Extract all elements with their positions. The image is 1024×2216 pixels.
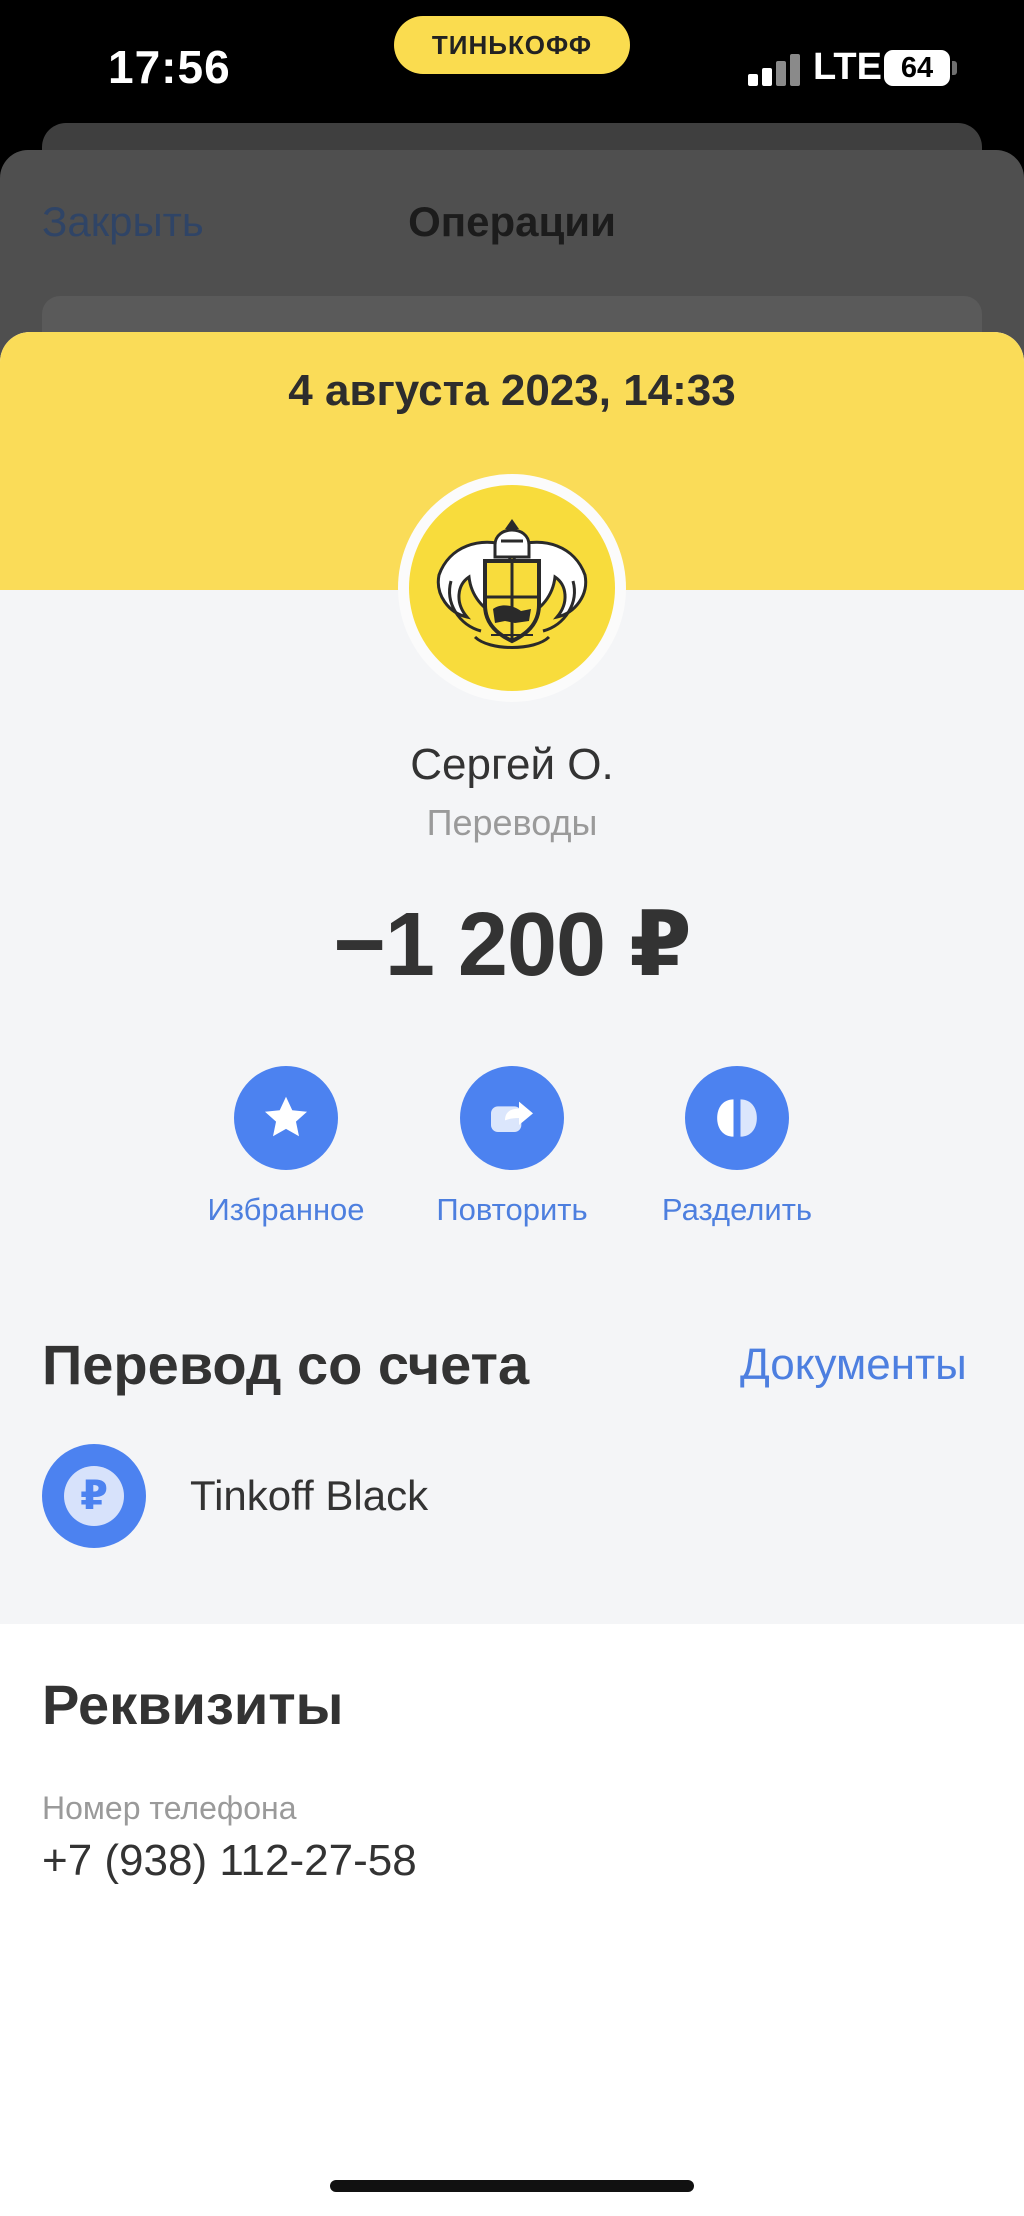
repeat-icon[interactable] xyxy=(460,1066,564,1170)
documents-link[interactable]: Документы xyxy=(740,1340,967,1390)
repeat-label[interactable]: Повторить xyxy=(412,1192,612,1228)
details-section-title: Реквизиты xyxy=(42,1673,344,1736)
split-icon[interactable] xyxy=(685,1066,789,1170)
merchant-category: Переводы xyxy=(426,802,598,843)
account-name[interactable]: Tinkoff Black xyxy=(190,1472,428,1520)
star-icon[interactable] xyxy=(234,1066,338,1170)
network-label: LTE xyxy=(813,46,882,88)
ruble-account-icon[interactable]: ₽ xyxy=(42,1444,146,1548)
operation-detail-sheet: 4 августа 2023, 14:33 Сергей О. Переводы… xyxy=(0,332,1024,2216)
tinkoff-emblem-icon xyxy=(409,485,615,691)
merchant-logo xyxy=(398,474,626,702)
phone-value: +7 (938) 112-27-58 xyxy=(42,1836,417,1885)
phone-label: Номер телефона xyxy=(42,1790,297,1826)
signal-icon xyxy=(748,52,802,86)
favorite-label[interactable]: Избранное xyxy=(186,1192,386,1228)
brand-pill: ТИНЬКОФФ xyxy=(394,16,630,74)
operation-date: 4 августа 2023, 14:33 xyxy=(288,366,736,415)
ruble-icon: ₽ xyxy=(64,1466,124,1526)
background-sheet-title: Операции xyxy=(408,198,616,245)
battery-icon: 64 xyxy=(884,50,950,86)
source-section-title: Перевод со счета xyxy=(42,1333,530,1396)
operation-amount: −1 200 ₽ xyxy=(333,895,691,995)
split-label[interactable]: Разделить xyxy=(637,1192,837,1228)
home-indicator xyxy=(330,2180,694,2192)
battery-tip xyxy=(952,61,957,75)
merchant-name: Сергей О. xyxy=(410,740,614,789)
status-time: 17:56 xyxy=(108,41,231,93)
